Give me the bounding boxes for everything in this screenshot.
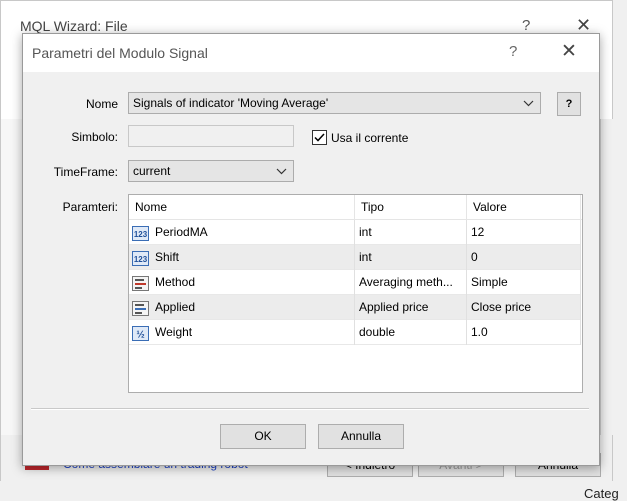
background-window-title: MQL Wizard: File xyxy=(20,18,128,34)
param-type: int xyxy=(355,245,467,270)
table-row[interactable]: 123 Shift int 0 xyxy=(129,245,581,270)
dialog-title: Parametri del Modulo Signal xyxy=(32,45,208,61)
table-row[interactable]: ½ Weight double 1.0 xyxy=(129,320,581,345)
param-value[interactable]: 1.0 xyxy=(467,320,581,345)
grid-header: Nome Tipo Valore xyxy=(129,195,582,220)
cancel-button[interactable]: Annulla xyxy=(318,424,404,449)
symbol-input[interactable] xyxy=(128,125,294,147)
ok-button[interactable]: OK xyxy=(220,424,306,449)
param-type: Averaging meth... xyxy=(355,270,467,295)
table-row[interactable]: Method Averaging meth... Simple xyxy=(129,270,581,295)
fraction-icon: ½ xyxy=(132,325,149,342)
svg-text:123: 123 xyxy=(134,230,148,239)
background-right-panel xyxy=(600,119,613,435)
param-name: PeriodMA xyxy=(155,225,208,239)
use-current-checkbox[interactable] xyxy=(312,130,327,145)
close-icon[interactable]: ✕ xyxy=(561,40,577,63)
chevron-down-icon xyxy=(523,93,534,120)
enum-list-icon xyxy=(132,275,149,292)
numeric-icon: 123 xyxy=(132,225,149,242)
param-name: Applied xyxy=(155,300,196,314)
param-name: Shift xyxy=(155,250,180,264)
param-value[interactable]: 12 xyxy=(467,220,581,245)
table-row[interactable]: Applied Applied price Close price xyxy=(129,295,581,320)
param-value[interactable]: Close price xyxy=(467,295,581,320)
svg-text:123: 123 xyxy=(134,255,148,264)
use-current-label[interactable]: Usa il corrente xyxy=(331,131,408,145)
help-icon[interactable]: ? xyxy=(509,43,517,60)
timeframe-select-value: current xyxy=(133,164,171,178)
name-help-button[interactable]: ? xyxy=(557,92,581,116)
param-type: double xyxy=(355,320,467,345)
divider xyxy=(31,408,589,410)
background-left-panel xyxy=(1,119,23,435)
param-type: Applied price xyxy=(355,295,467,320)
svg-text:½: ½ xyxy=(136,330,144,341)
name-select[interactable]: Signals of indicator 'Moving Average' xyxy=(128,92,541,114)
name-label: Nome xyxy=(85,97,118,111)
param-value[interactable]: 0 xyxy=(467,245,581,270)
numeric-icon: 123 xyxy=(132,250,149,267)
param-type: int xyxy=(355,220,467,245)
column-header-type[interactable]: Tipo xyxy=(355,195,467,219)
param-value[interactable]: Simple xyxy=(467,270,581,295)
parameters-grid[interactable]: Nome Tipo Valore 123 PeriodMA int 12 123… xyxy=(128,194,583,393)
timeframe-label: TimeFrame: xyxy=(53,165,118,179)
enum-list-icon xyxy=(132,300,149,317)
background-help-icon[interactable]: ? xyxy=(522,17,530,34)
symbol-label: Simbolo: xyxy=(71,130,118,144)
signal-parameters-dialog: Parametri del Modulo Signal ? ✕ Nome Sig… xyxy=(22,33,600,466)
param-name: Weight xyxy=(155,325,193,339)
dialog-titlebar: Parametri del Modulo Signal ? ✕ xyxy=(23,34,599,72)
timeframe-select[interactable]: current xyxy=(128,160,294,182)
column-header-value[interactable]: Valore xyxy=(467,195,581,219)
column-header-name[interactable]: Nome xyxy=(129,195,355,219)
name-select-value: Signals of indicator 'Moving Average' xyxy=(133,96,329,110)
table-row[interactable]: 123 PeriodMA int 12 xyxy=(129,220,581,245)
param-name: Method xyxy=(155,275,196,289)
parameters-label: Paramteri: xyxy=(62,200,118,214)
chevron-down-icon xyxy=(276,161,287,188)
